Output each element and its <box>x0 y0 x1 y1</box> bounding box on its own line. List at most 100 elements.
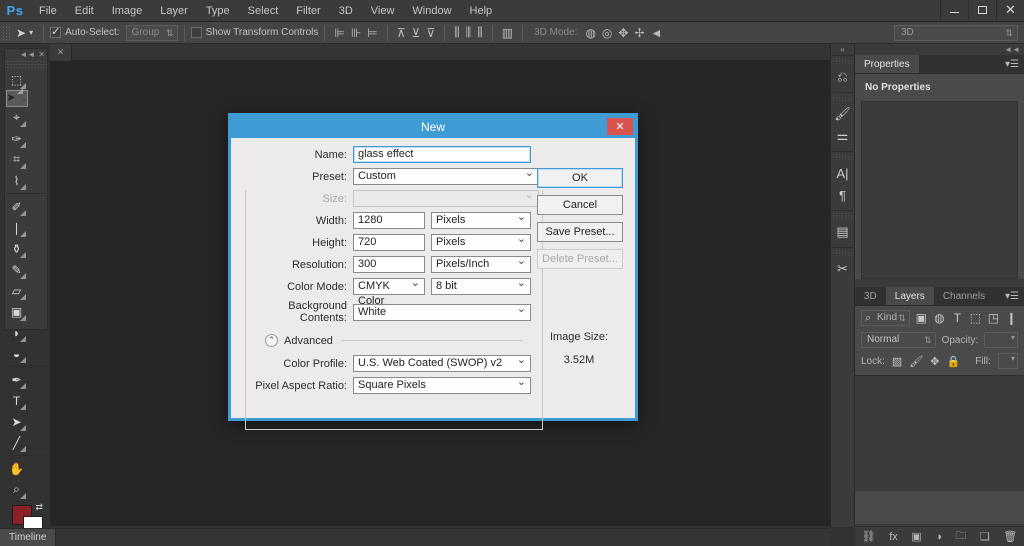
quick-selection-tool[interactable]: ✑ <box>6 128 27 149</box>
expand-panels-icon[interactable]: « <box>831 44 854 55</box>
tab-timeline[interactable]: Timeline <box>0 529 57 546</box>
tab-properties[interactable]: Properties <box>855 55 919 73</box>
layers-list[interactable] <box>855 375 1024 491</box>
menu-file[interactable]: File <box>30 0 66 22</box>
swap-colors-icon[interactable]: ⇄ <box>35 502 43 513</box>
dialog-title-bar[interactable]: New ✕ <box>231 116 635 138</box>
auto-select-scope-dropdown[interactable]: Group <box>125 24 178 41</box>
align-right-edges-icon[interactable]: ⊨ <box>364 26 380 40</box>
collapse-icon[interactable]: ◄◄ <box>19 51 35 59</box>
new-layer-icon[interactable]: ❏ <box>980 530 990 543</box>
lasso-tool[interactable]: ⌖ <box>6 107 27 128</box>
lock-image-pixels-icon[interactable]: 🖌 <box>909 355 923 368</box>
tab-channels[interactable]: Channels <box>934 287 994 305</box>
history-icon[interactable]: ⎌ <box>831 66 854 88</box>
resolution-unit-dropdown[interactable]: Pixels/Inch <box>431 254 531 273</box>
layer-filter-kind-dropdown[interactable]: Kind <box>861 310 910 326</box>
distribute-vertical-center-icon[interactable]: ⫼ <box>463 25 475 40</box>
align-horizontal-centers-icon[interactable]: ⊪ <box>348 26 364 40</box>
add-layer-mask-icon[interactable]: ▣ <box>911 530 921 543</box>
filter-type-icon[interactable]: T <box>951 311 964 325</box>
align-bottom-edges-icon[interactable]: ⊽ <box>423 26 438 40</box>
dock-grip[interactable] <box>831 154 854 160</box>
show-transform-controls-checkbox[interactable] <box>190 27 202 38</box>
tools-panel-grip[interactable] <box>5 61 47 68</box>
gradient-tool[interactable]: ▣ <box>6 301 27 322</box>
roll-3d-icon[interactable]: ◎ <box>599 26 615 40</box>
orbit-3d-icon[interactable]: ◍ <box>582 26 598 40</box>
opacity-input[interactable] <box>984 332 1018 348</box>
eyedropper-tool[interactable]: ⌇ <box>6 170 27 191</box>
menu-edit[interactable]: Edit <box>66 0 103 22</box>
menu-filter[interactable]: Filter <box>287 0 329 22</box>
close-icon[interactable]: ✕ <box>38 51 45 59</box>
horizontal-type-tool[interactable]: T <box>6 390 27 411</box>
maximize-button[interactable] <box>968 0 996 20</box>
pen-tool[interactable]: ✒ <box>6 369 27 390</box>
spot-healing-brush-tool[interactable]: ✐ <box>6 196 27 217</box>
paragraph-icon[interactable]: ¶ <box>831 184 854 206</box>
menu-help[interactable]: Help <box>461 0 502 22</box>
dodge-tool[interactable]: ◒ <box>6 343 27 364</box>
lock-position-icon[interactable]: ✥ <box>930 355 939 368</box>
close-button[interactable]: ✕ <box>996 0 1024 20</box>
width-input[interactable]: 1280 <box>353 212 425 229</box>
menu-image[interactable]: Image <box>103 0 152 22</box>
lock-all-icon[interactable]: 🔒 <box>947 355 961 368</box>
tools-panel-header[interactable]: ◄◄ ✕ <box>5 49 47 61</box>
color-profile-dropdown[interactable]: U.S. Web Coated (SWOP) v2 <box>353 353 531 372</box>
height-unit-dropdown[interactable]: Pixels <box>431 232 531 251</box>
tab-3d[interactable]: 3D <box>855 287 886 305</box>
align-left-edges-icon[interactable]: ⊫ <box>331 26 347 40</box>
save-preset-button[interactable]: Save Preset... <box>537 222 623 242</box>
width-unit-dropdown[interactable]: Pixels <box>431 210 531 229</box>
distribute-bottom-icon[interactable]: ⫼ <box>474 25 486 40</box>
move-tool[interactable]: ➤ <box>6 88 28 107</box>
options-bar-grip[interactable] <box>2 25 10 40</box>
filter-adjustment-icon[interactable]: ◍ <box>933 311 946 325</box>
lock-transparent-pixels-icon[interactable]: ▧ <box>892 355 902 368</box>
height-input[interactable]: 720 <box>353 234 425 251</box>
clone-stamp-tool[interactable]: ⚱ <box>6 238 27 259</box>
filter-shape-icon[interactable]: ⬚ <box>969 311 982 325</box>
layers-panel-menu-icon[interactable]: ▾☰ <box>1005 287 1024 305</box>
zoom-tool[interactable]: ⌕ <box>6 479 27 500</box>
auto-align-layers-icon[interactable]: ▥ <box>499 26 516 40</box>
tool-presets-icon[interactable]: ✂ <box>831 258 854 280</box>
styles-icon[interactable]: ▤ <box>831 221 854 243</box>
menu-layer[interactable]: Layer <box>151 0 197 22</box>
path-selection-tool[interactable]: ➤ <box>6 411 27 432</box>
chevron-up-icon[interactable]: ⌃ <box>265 334 278 347</box>
resolution-input[interactable]: 300 <box>353 256 425 273</box>
bit-depth-dropdown[interactable]: 8 bit <box>431 276 531 295</box>
adjustments-icon[interactable]: ⚌ <box>831 125 854 147</box>
dock-grip[interactable] <box>831 213 854 219</box>
new-group-icon[interactable]: 🗀 <box>955 527 966 546</box>
tab-layers[interactable]: Layers <box>885 287 934 305</box>
filter-toggle-icon[interactable]: ❙ <box>1005 311 1018 325</box>
distribute-top-icon[interactable]: ⫼ <box>451 25 463 40</box>
dialog-close-button[interactable]: ✕ <box>607 118 633 135</box>
auto-select-checkbox[interactable] <box>50 25 62 38</box>
color-mode-dropdown[interactable]: CMYK Color <box>353 276 425 307</box>
fill-input[interactable] <box>997 353 1018 369</box>
line-tool[interactable]: ╱ <box>6 432 27 453</box>
dock-grip[interactable] <box>831 95 854 101</box>
eraser-tool[interactable]: ▱ <box>6 280 27 301</box>
blend-mode-dropdown[interactable]: Normal <box>861 332 936 348</box>
dock-grip[interactable] <box>831 250 854 256</box>
blur-tool[interactable]: ◗ <box>6 322 27 343</box>
menu-3d[interactable]: 3D <box>330 0 362 22</box>
workspace-switcher-dropdown[interactable]: 3D <box>894 24 1018 41</box>
cancel-button[interactable]: Cancel <box>537 195 623 215</box>
properties-panel-menu-icon[interactable]: ▾☰ <box>1005 55 1024 73</box>
layer-style-fx-icon[interactable]: fx <box>889 531 898 543</box>
crop-tool[interactable]: ⌗ <box>6 149 27 170</box>
name-input[interactable]: glass effect <box>353 146 531 163</box>
collapse-panels-icon[interactable]: ◄◄ <box>855 44 1024 55</box>
minimize-button[interactable] <box>940 0 968 20</box>
align-vertical-centers-icon[interactable]: ⊻ <box>409 26 424 40</box>
align-top-edges-icon[interactable]: ⊼ <box>394 26 409 40</box>
pixel-aspect-ratio-dropdown[interactable]: Square Pixels <box>353 375 531 394</box>
menu-type[interactable]: Type <box>197 0 239 22</box>
